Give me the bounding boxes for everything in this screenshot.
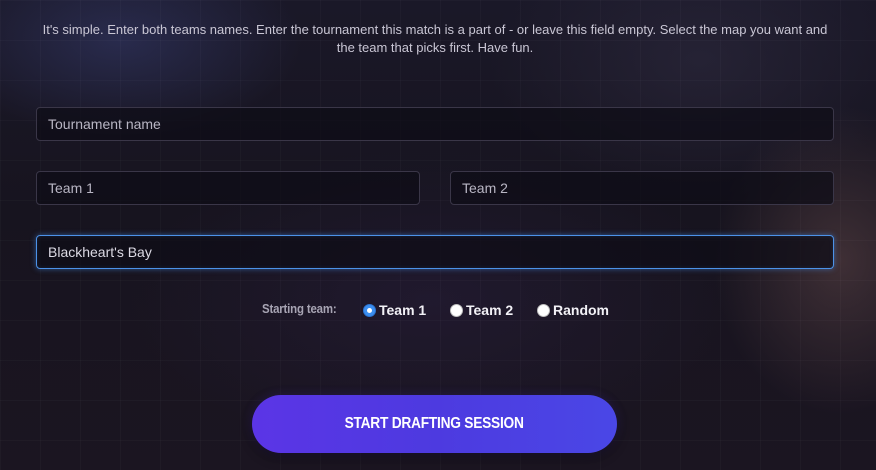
starting-team-group: Starting team: Team 1 Team 2 Random bbox=[0, 300, 876, 320]
start-drafting-session-button[interactable]: START DRAFTING SESSION bbox=[252, 395, 617, 453]
map-select-input[interactable] bbox=[36, 235, 834, 269]
team1-name-input[interactable] bbox=[36, 171, 420, 205]
radio-button-team2[interactable] bbox=[450, 303, 463, 317]
radio-option-team1[interactable]: Team 1 bbox=[363, 300, 426, 320]
starting-team-label: Starting team: bbox=[262, 301, 337, 316]
radio-label-random: Random bbox=[553, 302, 609, 318]
intro-text: It's simple. Enter both teams names. Ent… bbox=[42, 22, 828, 55]
radio-label-team2: Team 2 bbox=[466, 302, 514, 318]
start-button-label: START DRAFTING SESSION bbox=[344, 415, 525, 432]
tournament-name-input[interactable] bbox=[36, 107, 834, 141]
radio-button-team1[interactable] bbox=[363, 303, 376, 317]
radio-label-team1: Team 1 bbox=[379, 302, 427, 318]
radio-option-team2[interactable]: Team 2 bbox=[450, 300, 513, 320]
radio-button-random[interactable] bbox=[537, 303, 550, 317]
team2-name-input[interactable] bbox=[450, 171, 834, 205]
radio-option-random[interactable]: Random bbox=[537, 300, 609, 320]
